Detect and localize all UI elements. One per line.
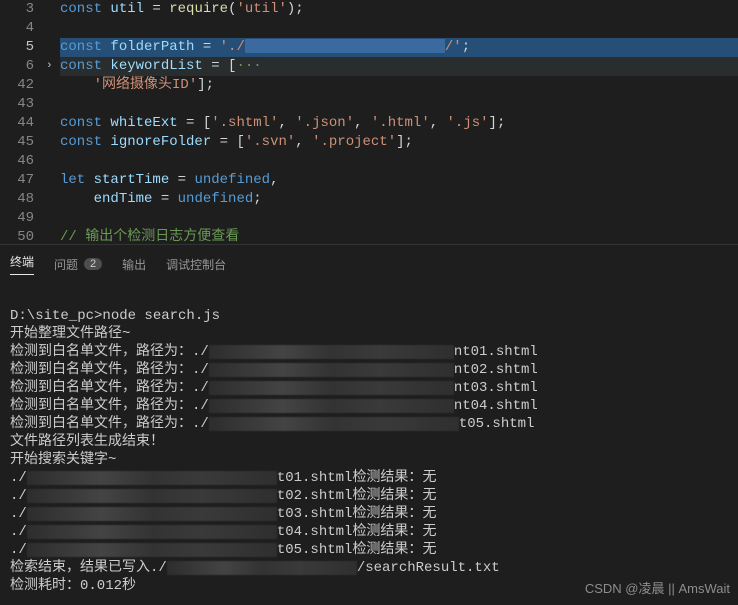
code-line: '网络摄像头ID']; (60, 76, 738, 95)
terminal-line: 开始整理文件路径~ (10, 325, 728, 343)
redacted (209, 381, 454, 395)
redacted (209, 363, 454, 377)
redacted (209, 417, 459, 431)
code-line (60, 209, 738, 228)
redacted (27, 543, 277, 557)
code-line (60, 95, 738, 114)
terminal-line: 检测到白名单文件，路径为：./nt03.shtml (10, 379, 728, 397)
terminal-line: 检测到白名单文件，路径为：./nt01.shtml (10, 343, 728, 361)
tab-terminal[interactable]: 终端 (10, 253, 34, 275)
terminal-line: 开始搜索关键字~ (10, 451, 728, 469)
terminal-line: 检索结束，结果已写入.//searchResult.txt (10, 559, 728, 577)
terminal-line: ./t05.shtml检测结果： 无 (10, 541, 728, 559)
fold-chevron-icon[interactable]: › (46, 57, 60, 76)
redacted (27, 489, 277, 503)
redacted (27, 507, 277, 521)
tab-problems[interactable]: 问题2 (54, 253, 102, 275)
terminal-line (10, 289, 728, 307)
watermark: CSDN @凌晨 || AmsWait (585, 578, 730, 597)
problems-badge: 2 (84, 258, 102, 270)
terminal-line: ./t02.shtml检测结果： 无 (10, 487, 728, 505)
code-line: const util = require('util'); (60, 0, 738, 19)
fold-column: › (46, 0, 60, 244)
code-area[interactable]: const util = require('util'); const fold… (60, 0, 738, 244)
terminal-line: ./t04.shtml检测结果： 无 (10, 523, 728, 541)
panel-tabs: 终端 问题2 输出 调试控制台 (0, 244, 738, 279)
terminal-line: 检测到白名单文件，路径为：./nt02.shtml (10, 361, 728, 379)
code-line: const keywordList = [··· (60, 57, 738, 76)
terminal-line: 检测到白名单文件，路径为：./nt04.shtml (10, 397, 728, 415)
line-number-gutter: 3 4 5 6 42 43 44 45 46 47 48 49 50 (0, 0, 46, 244)
tab-debug-console[interactable]: 调试控制台 (166, 253, 226, 275)
redacted (209, 399, 454, 413)
code-line (60, 19, 738, 38)
redacted (245, 39, 445, 53)
redacted (167, 561, 357, 575)
terminal-output[interactable]: D:\site_pc>node search.js 开始整理文件路径~ 检测到白… (0, 279, 738, 605)
code-line: endTime = undefined; (60, 190, 738, 209)
code-line: const whiteExt = ['.shtml', '.json', '.h… (60, 114, 738, 133)
tab-output[interactable]: 输出 (122, 253, 146, 275)
terminal-line: ./t03.shtml检测结果： 无 (10, 505, 728, 523)
code-line: let startTime = undefined, (60, 171, 738, 190)
redacted (209, 345, 454, 359)
terminal-line: 检测到白名单文件，路径为：./t05.shtml (10, 415, 728, 433)
code-editor[interactable]: 3 4 5 6 42 43 44 45 46 47 48 49 50 › con… (0, 0, 738, 244)
code-line (60, 152, 738, 171)
code-line: const ignoreFolder = ['.svn', '.project'… (60, 133, 738, 152)
code-line: const folderPath = './/'; (60, 38, 738, 57)
terminal-line: 文件路径列表生成结束！ (10, 433, 728, 451)
redacted (27, 471, 277, 485)
redacted (27, 525, 277, 539)
code-line: // 输出个检测日志方便查看 (60, 228, 738, 244)
terminal-line: D:\site_pc>node search.js (10, 307, 728, 325)
terminal-line: ./t01.shtml检测结果： 无 (10, 469, 728, 487)
